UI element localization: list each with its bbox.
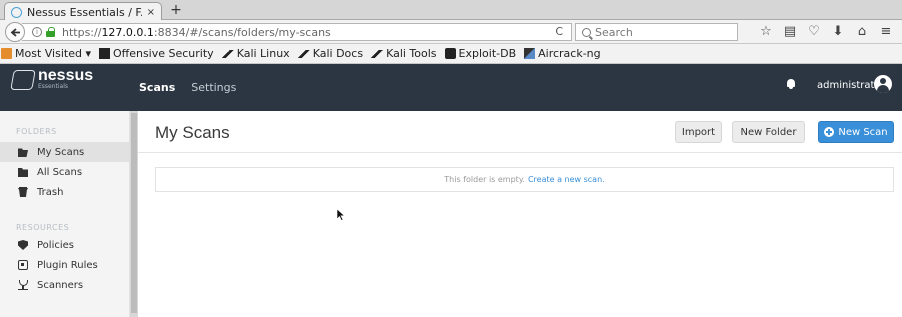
search-input[interactable]: Search (575, 23, 738, 41)
bookmark-label: Most Visited ▾ (15, 47, 91, 60)
browser-tab[interactable]: Nessus Essentials / F... × (4, 2, 162, 21)
trash-icon (18, 187, 28, 197)
new-folder-button[interactable]: New Folder (732, 121, 805, 143)
browser-tab-bar: Nessus Essentials / F... × + (0, 0, 902, 21)
sidebar: FOLDERS My Scans All Scans Trash RESOURC… (0, 111, 130, 317)
sidebar-item-label: Scanners (37, 279, 84, 291)
reading-list-icon[interactable]: ▤ (778, 23, 802, 41)
nav-scans[interactable]: Scans (139, 81, 175, 94)
nav-settings[interactable]: Settings (191, 81, 236, 94)
scanner-icon (18, 280, 28, 290)
shield-icon (18, 240, 28, 250)
app-header (0, 84, 902, 111)
folder-icon (18, 168, 28, 177)
bookmark-kali-tools[interactable]: Kali Tools (371, 47, 437, 60)
kali-bookmark-icon (221, 49, 234, 58)
sidebar-item-plugin-rules[interactable]: Plugin Rules (0, 255, 130, 275)
browser-toolbar: ☆ ▤ ♡ ⬇ ⌂ ≡ (754, 23, 898, 41)
new-tab-button[interactable]: + (166, 1, 186, 19)
app-header-strip (0, 64, 902, 84)
os-bookmark-icon (98, 48, 110, 59)
search-placeholder: Search (595, 25, 633, 39)
sidebar-item-my-scans[interactable]: My Scans (0, 142, 130, 162)
header-divider (138, 152, 902, 153)
resources-heading: RESOURCES (16, 223, 70, 232)
lock-icon[interactable] (46, 27, 55, 37)
edb-bookmark-icon (444, 48, 456, 59)
info-icon[interactable]: i (32, 27, 42, 37)
bookmark-label: Exploit-DB (458, 47, 517, 60)
nessus-logo[interactable]: nessus Essentials (10, 67, 94, 90)
reload-icon[interactable]: C (555, 25, 563, 38)
bookmark-label: Aircrack-ng (538, 47, 601, 60)
tab-title: Nessus Essentials / F... (27, 5, 142, 19)
back-button[interactable] (5, 22, 25, 42)
bookmark-offensive-security[interactable]: Offensive Security (98, 47, 214, 60)
folder-open-icon (18, 148, 28, 157)
bookmark-kali-docs[interactable]: Kali Docs (297, 47, 364, 60)
logo-hex-icon (10, 69, 36, 90)
sidebar-item-policies[interactable]: Policies (0, 235, 130, 255)
sidebar-item-label: Trash (37, 186, 64, 198)
browser-nav-bar: i https://127.0.0.1:8834/#/scans/folders… (0, 20, 902, 44)
url-text: https://127.0.0.1:8834/#/scans/folders/m… (62, 25, 331, 39)
empty-text: This folder is empty. (444, 175, 525, 184)
sidebar-scrollbar-thumb[interactable] (131, 113, 137, 313)
empty-folder-message: This folder is empty. Create a new scan. (155, 167, 894, 192)
logo-word: nessus (38, 67, 94, 84)
home-icon[interactable]: ⌂ (850, 23, 874, 41)
sidebar-item-label: My Scans (37, 146, 85, 158)
star-icon[interactable]: ☆ (754, 23, 778, 41)
logo-text: nessus Essentials (38, 67, 94, 90)
sidebar-item-all-scans[interactable]: All Scans (0, 162, 130, 182)
plugin-icon (18, 260, 28, 270)
pocket-icon[interactable]: ♡ (802, 23, 826, 41)
create-scan-link[interactable]: Create a new scan. (528, 175, 605, 184)
bookmark-label: Offensive Security (112, 47, 214, 60)
bookmark-label: Kali Docs (312, 47, 364, 60)
sidebar-item-label: Policies (37, 239, 74, 251)
close-tab-icon[interactable]: × (147, 7, 155, 18)
bookmark-most-visited[interactable]: Most Visited ▾ (1, 47, 91, 60)
page-title: My Scans (155, 123, 230, 142)
new-scan-button[interactable]: New Scan (818, 121, 894, 143)
import-button[interactable]: Import (675, 121, 722, 143)
kali-bookmark-icon (371, 49, 384, 58)
logo-sub: Essentials (38, 83, 69, 90)
bell-icon[interactable] (786, 79, 796, 89)
sidebar-item-scanners[interactable]: Scanners (0, 275, 130, 295)
menu-icon[interactable]: ≡ (874, 23, 898, 41)
kali-bookmark-icon (297, 49, 310, 58)
sidebar-item-trash[interactable]: Trash (0, 182, 130, 202)
avatar[interactable] (874, 75, 892, 93)
top-nav: Scans Settings (139, 64, 236, 110)
bookmark-kali-linux[interactable]: Kali Linux (221, 47, 290, 60)
mouse-cursor-icon (337, 209, 345, 221)
folder-bookmark-icon (1, 48, 12, 59)
new-scan-label: New Scan (838, 126, 888, 138)
folders-heading: FOLDERS (16, 127, 57, 136)
bookmark-label: Kali Tools (386, 47, 437, 60)
back-arrow-icon (10, 27, 20, 37)
bookmark-aircrack-ng[interactable]: Aircrack-ng (524, 47, 601, 60)
bookmarks-bar: Most Visited ▾ Offensive Security Kali Lin… (0, 44, 902, 64)
url-bar[interactable]: i https://127.0.0.1:8834/#/scans/folders… (22, 23, 572, 41)
plus-circle-icon (824, 127, 835, 137)
sidebar-item-label: All Scans (37, 166, 83, 178)
sidebar-item-label: Plugin Rules (37, 259, 98, 271)
bookmark-label: Kali Linux (236, 47, 290, 60)
search-icon (582, 27, 591, 37)
air-bookmark-icon (524, 48, 536, 59)
nessus-favicon-icon (11, 6, 22, 18)
bookmark-exploit-db[interactable]: Exploit-DB (444, 47, 517, 60)
download-icon[interactable]: ⬇ (826, 23, 850, 41)
